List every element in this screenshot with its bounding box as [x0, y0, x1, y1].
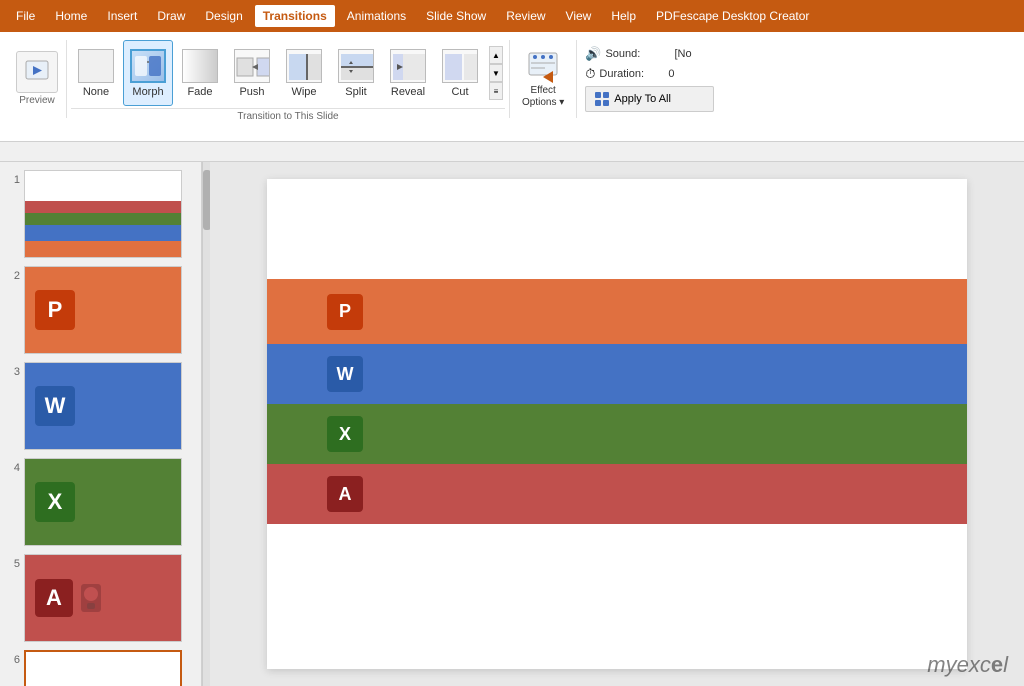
- preview-button[interactable]: [16, 51, 58, 93]
- word-bar: W: [267, 344, 967, 404]
- menu-view[interactable]: View: [558, 5, 600, 27]
- sound-value: [No: [674, 48, 714, 60]
- transition-push-button[interactable]: Push: [227, 40, 277, 106]
- duration-icon: ⏱: [585, 66, 595, 82]
- menu-pdfescape[interactable]: PDFescape Desktop Creator: [648, 5, 817, 27]
- watermark: myexcel: [927, 652, 1008, 678]
- slide-canvas: P W X A: [267, 179, 967, 669]
- slide-thumb-5: A: [24, 554, 182, 642]
- slides-panel-container: 1 2 P 3: [0, 162, 210, 686]
- menu-slideshow[interactable]: Slide Show: [418, 5, 494, 27]
- slide-number-3: 3: [4, 362, 20, 378]
- timing-group: 🔊 Sound: [No ⏱ Duration: 0 Apply To All: [577, 40, 722, 118]
- scroll-more-button[interactable]: ≡: [489, 82, 503, 100]
- slide-thumb-6: [24, 650, 182, 686]
- transitions-group: None Morph: [67, 40, 510, 118]
- fade-label: Fade: [187, 86, 212, 98]
- preview-label: Preview: [19, 93, 55, 108]
- morph-label: Morph: [132, 86, 163, 98]
- reveal-label: Reveal: [391, 86, 425, 98]
- sound-label: Sound:: [605, 48, 670, 60]
- word-icon: W: [327, 356, 363, 392]
- menu-draw[interactable]: Draw: [149, 5, 193, 27]
- apply-to-all-button[interactable]: Apply To All: [585, 86, 714, 112]
- access-icon: A: [327, 476, 363, 512]
- main-area: 1 2 P 3: [0, 162, 1024, 686]
- transition-morph-button[interactable]: Morph: [123, 40, 173, 106]
- slide-number-5: 5: [4, 554, 20, 570]
- fade-transition-icon: [182, 48, 218, 84]
- slide-item-3[interactable]: 3 W: [0, 358, 201, 454]
- menu-design[interactable]: Design: [197, 5, 250, 27]
- none-transition-icon: [78, 48, 114, 84]
- reveal-transition-icon: [390, 48, 426, 84]
- menu-help[interactable]: Help: [603, 5, 644, 27]
- duration-label: Duration:: [599, 68, 664, 80]
- slide-number-2: 2: [4, 266, 20, 282]
- slide-number-1: 1: [4, 170, 20, 186]
- transition-split-button[interactable]: Split: [331, 40, 381, 106]
- transitions-scrollbar: ▲ ▼ ≡: [487, 46, 505, 100]
- menu-animations[interactable]: Animations: [339, 5, 414, 27]
- ribbon-preview-group: Preview: [8, 40, 67, 118]
- menu-home[interactable]: Home: [47, 5, 95, 27]
- transition-wipe-button[interactable]: Wipe: [279, 40, 329, 106]
- slide-item-5[interactable]: 5 A: [0, 550, 201, 646]
- excel-icon: X: [327, 416, 363, 452]
- slide-number-4: 4: [4, 458, 20, 474]
- apply-all-label: Apply To All: [614, 93, 671, 105]
- split-transition-icon: [338, 48, 374, 84]
- menu-transitions[interactable]: Transitions: [255, 5, 335, 27]
- effect-options-group: EffectOptions ▾: [510, 40, 577, 118]
- slide-item-4[interactable]: 4 X: [0, 454, 201, 550]
- excel-bar: X: [267, 404, 967, 464]
- slide-item-2[interactable]: 2 P: [0, 262, 201, 358]
- menu-bar: File Home Insert Draw Design Transitions…: [0, 0, 1024, 32]
- slide-number-6: 6: [4, 650, 20, 666]
- duration-row: ⏱ Duration: 0: [585, 66, 714, 82]
- scroll-up-button[interactable]: ▲: [489, 46, 503, 64]
- slide-item-1[interactable]: 1: [0, 166, 201, 262]
- wipe-label: Wipe: [291, 86, 316, 98]
- cut-transition-icon: [442, 48, 478, 84]
- transition-reveal-button[interactable]: Reveal: [383, 40, 433, 106]
- canvas-area: P W X A myexcel: [210, 162, 1024, 686]
- powerpoint-bar: P: [267, 279, 967, 344]
- effect-options-button[interactable]: EffectOptions ▾: [518, 45, 568, 113]
- slides-scrollbar[interactable]: [202, 162, 210, 686]
- none-label: None: [83, 86, 109, 98]
- duration-value: 0: [668, 68, 708, 80]
- slides-panel: 1 2 P 3: [0, 162, 202, 686]
- sound-row: 🔊 Sound: [No: [585, 46, 714, 62]
- slide-thumb-2: P: [24, 266, 182, 354]
- menu-file[interactable]: File: [8, 5, 43, 27]
- transition-cut-button[interactable]: Cut: [435, 40, 485, 106]
- transition-fade-button[interactable]: Fade: [175, 40, 225, 106]
- menu-insert[interactable]: Insert: [99, 5, 145, 27]
- access-bar: A: [267, 464, 967, 524]
- transition-section-label: Transition to This Slide: [71, 108, 505, 124]
- sound-icon: 🔊: [585, 46, 601, 62]
- slide-thumb-1: [24, 170, 182, 258]
- slide-item-6[interactable]: 6: [0, 646, 201, 686]
- effect-options-label: EffectOptions ▾: [522, 85, 564, 109]
- scroll-down-button[interactable]: ▼: [489, 64, 503, 82]
- slide-thumb-3: W: [24, 362, 182, 450]
- menu-review[interactable]: Review: [498, 5, 553, 27]
- split-label: Split: [345, 86, 366, 98]
- morph-transition-icon: [130, 48, 166, 84]
- push-transition-icon: [234, 48, 270, 84]
- ribbon: Preview None: [0, 32, 1024, 142]
- transition-none-button[interactable]: None: [71, 40, 121, 106]
- cut-label: Cut: [451, 86, 468, 98]
- slide-thumb-4: X: [24, 458, 182, 546]
- section-bar: [0, 142, 1024, 162]
- powerpoint-icon: P: [327, 294, 363, 330]
- push-label: Push: [239, 86, 264, 98]
- wipe-transition-icon: [286, 48, 322, 84]
